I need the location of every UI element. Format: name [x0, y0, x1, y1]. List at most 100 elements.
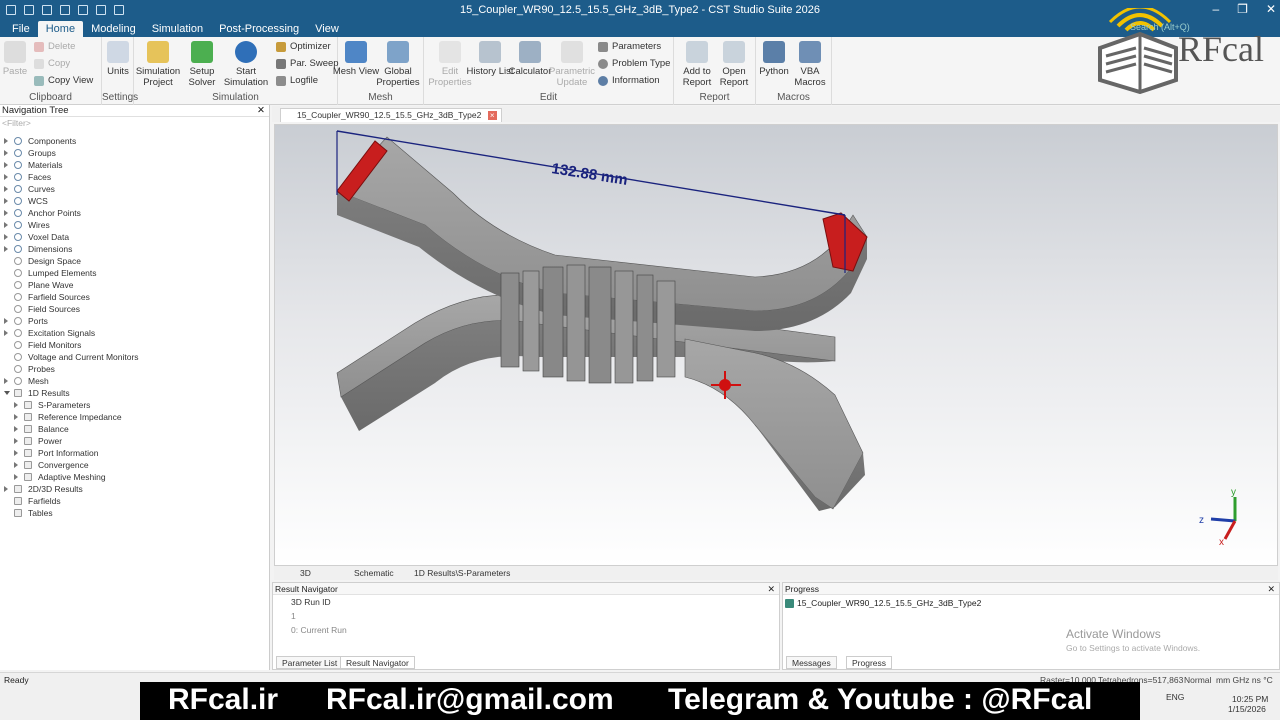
expand-icon[interactable]	[4, 162, 8, 168]
tree-item[interactable]: Tables	[0, 507, 269, 519]
expand-icon[interactable]	[4, 378, 8, 384]
expand-icon[interactable]	[4, 186, 8, 192]
tree-filter-input[interactable]: <Filter>	[0, 117, 269, 129]
tree-item[interactable]: Balance	[0, 423, 269, 435]
undo-icon[interactable]	[96, 5, 106, 15]
tray-time[interactable]: 10:25 PM	[1232, 694, 1268, 704]
tree-item[interactable]: Voltage and Current Monitors	[0, 351, 269, 363]
expand-icon[interactable]	[4, 138, 8, 144]
tree-item[interactable]: Dimensions	[0, 243, 269, 255]
tree-item[interactable]: Port Information	[0, 447, 269, 459]
tab-progress[interactable]: Progress	[846, 656, 893, 669]
expand-icon[interactable]	[4, 198, 8, 204]
setup-solver-button[interactable]: Setup Solver	[178, 41, 226, 88]
tree-item[interactable]: 1D Results	[0, 387, 269, 399]
expand-icon[interactable]	[4, 222, 8, 228]
tree-item[interactable]: Field Monitors	[0, 339, 269, 351]
optimizer-button[interactable]: Optimizer	[276, 41, 331, 52]
tree-item[interactable]: Farfield Sources	[0, 291, 269, 303]
expand-icon[interactable]	[4, 210, 8, 216]
tree-item[interactable]: Anchor Points	[0, 207, 269, 219]
parametric-update-button[interactable]: Parametric Update	[548, 41, 596, 88]
status-units[interactable]: mm GHz ns °C	[1216, 675, 1273, 685]
tray-date[interactable]: 1/15/2026	[1228, 704, 1266, 714]
tree-item[interactable]: Groups	[0, 147, 269, 159]
tab-post-processing[interactable]: Post-Processing	[211, 21, 307, 37]
tree-item[interactable]: 2D/3D Results	[0, 483, 269, 495]
tray-language[interactable]: ENG	[1166, 692, 1184, 702]
tree-item[interactable]: Plane Wave	[0, 279, 269, 291]
tree-item[interactable]: Excitation Signals	[0, 327, 269, 339]
tab-s-parameters[interactable]: 1D Results\S-Parameters	[414, 567, 510, 579]
expand-icon[interactable]	[14, 426, 18, 432]
close-icon[interactable]: ✕	[1267, 583, 1275, 595]
collapse-icon[interactable]	[4, 391, 10, 395]
tab-view[interactable]: View	[307, 21, 347, 37]
tab-result-navigator[interactable]: Result Navigator	[340, 656, 415, 669]
expand-icon[interactable]	[4, 150, 8, 156]
redo-icon[interactable]	[114, 5, 124, 15]
expand-icon[interactable]	[4, 330, 8, 336]
expand-icon[interactable]	[14, 414, 18, 420]
coupler-model[interactable]: 132.88 mm y z x	[275, 125, 1278, 566]
tree-item[interactable]: Adaptive Meshing	[0, 471, 269, 483]
result-navigator-row[interactable]: 1	[273, 609, 779, 623]
expand-icon[interactable]	[4, 246, 8, 252]
tree-item[interactable]: Materials	[0, 159, 269, 171]
expand-icon[interactable]	[14, 438, 18, 444]
tab-schematic[interactable]: Schematic	[354, 567, 394, 579]
tree-item[interactable]: Design Space	[0, 255, 269, 267]
expand-icon[interactable]	[14, 474, 18, 480]
result-navigator-row[interactable]: 0: Current Run	[273, 623, 779, 637]
expand-icon[interactable]	[14, 462, 18, 468]
tree-item[interactable]: Convergence	[0, 459, 269, 471]
tree-item[interactable]: Reference Impedance	[0, 411, 269, 423]
tree-item[interactable]: Voxel Data	[0, 231, 269, 243]
save-icon[interactable]	[60, 5, 70, 15]
tree-item[interactable]: S-Parameters	[0, 399, 269, 411]
parameters-button[interactable]: Parameters	[598, 41, 661, 52]
tree-item[interactable]: Components	[0, 135, 269, 147]
tab-home[interactable]: Home	[37, 21, 84, 37]
simulation-project-button[interactable]: Simulation Project	[134, 41, 182, 88]
tree-item[interactable]: Ports	[0, 315, 269, 327]
tab-file[interactable]: File	[4, 21, 38, 37]
vba-macros-button[interactable]: VBA Macros	[786, 41, 834, 88]
start-simulation-button[interactable]: Start Simulation	[222, 41, 270, 88]
tree-item[interactable]: Faces	[0, 171, 269, 183]
expand-icon[interactable]	[14, 450, 18, 456]
tree-item[interactable]: Lumped Elements	[0, 267, 269, 279]
tree-item[interactable]: WCS	[0, 195, 269, 207]
tree-item[interactable]: Power	[0, 435, 269, 447]
tree-item[interactable]: Curves	[0, 183, 269, 195]
information-button[interactable]: Information	[598, 75, 660, 86]
tab-3d[interactable]: 3D	[300, 567, 311, 579]
tree-item[interactable]: Probes	[0, 363, 269, 375]
problem-type-button[interactable]: Problem Type	[598, 58, 670, 69]
expand-icon[interactable]	[4, 234, 8, 240]
status-mode[interactable]: Normal	[1184, 675, 1211, 685]
tab-simulation[interactable]: Simulation	[144, 21, 211, 37]
tree-item[interactable]: Farfields	[0, 495, 269, 507]
calculator-button[interactable]: Calculator	[506, 41, 554, 77]
copy-view-button[interactable]: Copy View	[34, 75, 93, 86]
copy-button[interactable]: Copy	[34, 58, 70, 69]
tab-modeling[interactable]: Modeling	[83, 21, 144, 37]
3d-viewport[interactable]: 132.88 mm y z x	[274, 124, 1278, 566]
new-icon[interactable]	[24, 5, 34, 15]
tree-item[interactable]: Mesh	[0, 375, 269, 387]
tab-messages[interactable]: Messages	[786, 656, 837, 669]
expand-icon[interactable]	[14, 402, 18, 408]
logfile-button[interactable]: Logfile	[276, 75, 318, 86]
close-tab-icon[interactable]: ×	[487, 111, 497, 120]
tab-parameter-list[interactable]: Parameter List	[276, 656, 344, 669]
mesh-view-button[interactable]: Mesh View	[332, 41, 380, 77]
document-tab[interactable]: 15_Coupler_WR90_12.5_15.5_GHz_3dB_Type2 …	[280, 108, 502, 122]
expand-icon[interactable]	[4, 318, 8, 324]
close-icon[interactable]: ✕	[767, 583, 775, 595]
progress-item[interactable]: 15_Coupler_WR90_12.5_15.5_GHz_3dB_Type2	[783, 595, 1279, 608]
result-navigator-row[interactable]: 3D Run ID	[273, 595, 779, 609]
paste-button[interactable]: Paste	[0, 41, 30, 77]
delete-button[interactable]: Delete	[34, 41, 75, 52]
save-all-icon[interactable]	[78, 5, 88, 15]
